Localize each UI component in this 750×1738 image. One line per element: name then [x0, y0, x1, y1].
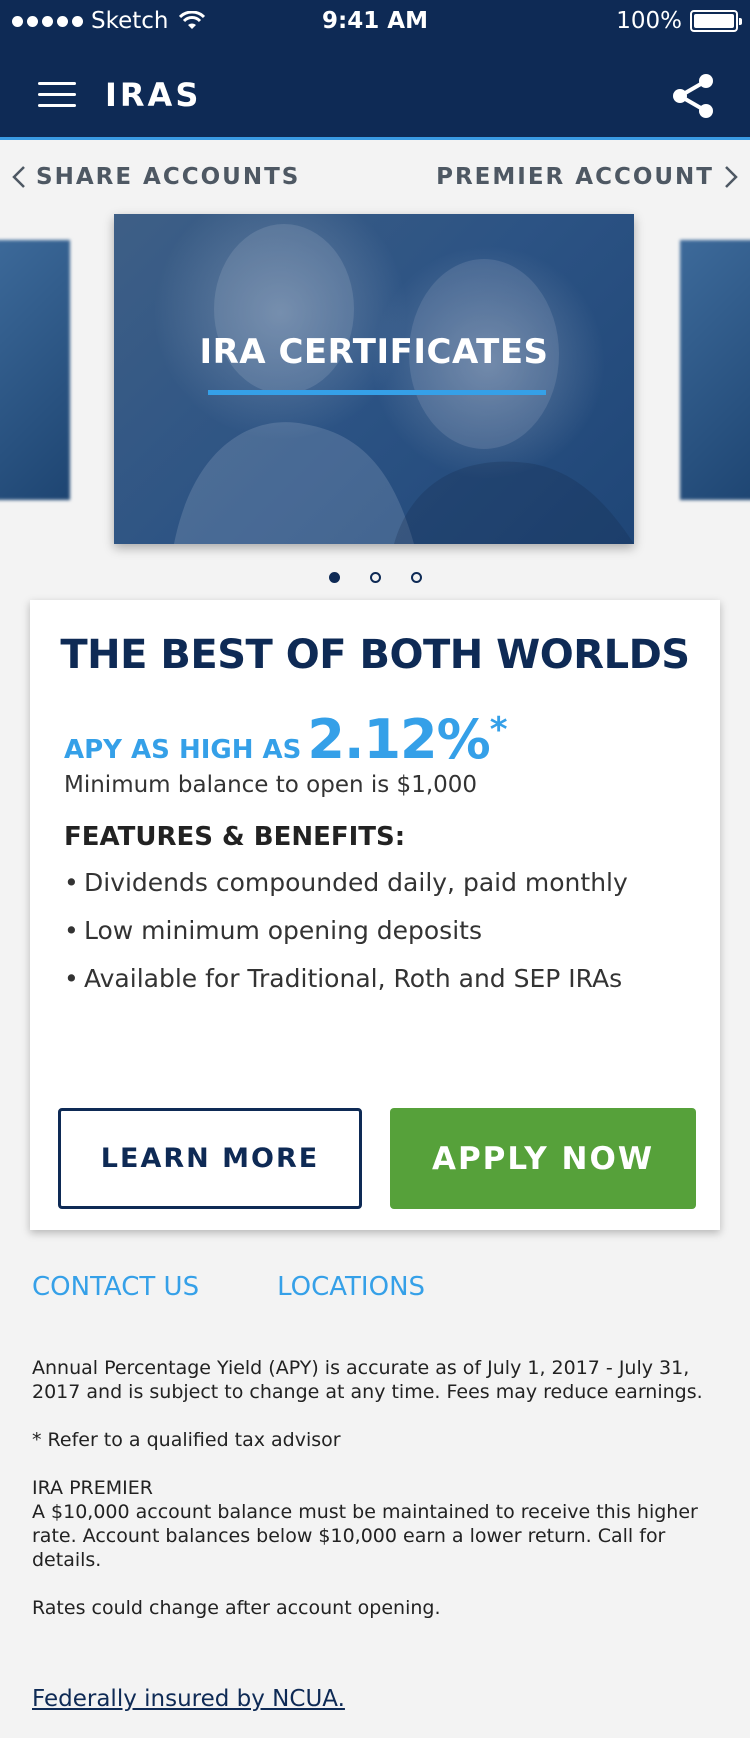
apy-value: 2.12% [307, 708, 490, 771]
card-heading: THE BEST OF BOTH WORLDS [60, 632, 690, 678]
feature-text: Dividends compounded daily, paid monthly [84, 868, 628, 897]
carousel-current-card[interactable]: IRA CERTIFICATES [114, 214, 634, 544]
carousel-pager [0, 572, 750, 583]
prev-category-link[interactable]: SHARE ACCOUNTS [12, 164, 300, 190]
feature-item: • Low minimum opening deposits [64, 916, 628, 964]
chevron-right-icon [725, 166, 738, 188]
feature-text: Low minimum opening deposits [84, 916, 482, 945]
carousel-next-card[interactable] [680, 240, 750, 500]
feature-item: • Dividends compounded daily, paid monthl… [64, 868, 628, 916]
hero-photo [174, 224, 634, 544]
apy-disclaimer: Annual Percentage Yield (APY) is accurat… [32, 1357, 703, 1403]
hamburger-menu-icon[interactable] [38, 82, 76, 108]
learn-more-button[interactable]: LEARN MORE [58, 1108, 362, 1209]
product-card: THE BEST OF BOTH WORLDS APY AS HIGH AS 2… [30, 600, 720, 1230]
rates-disclaimer: Rates could change after account opening… [32, 1597, 441, 1619]
battery-icon [690, 10, 742, 32]
next-category-label: PREMIER ACCOUNT [436, 164, 714, 190]
disclaimer: Annual Percentage Yield (APY) is accurat… [32, 1356, 722, 1644]
app-header: Sketch 9:41 AM 100% IRAS [0, 0, 750, 140]
status-right: 100% [616, 8, 742, 34]
premier-disclaimer: A $10,000 account balance must be mainta… [32, 1501, 698, 1571]
carousel-card-title: IRA CERTIFICATES [199, 332, 549, 372]
apy-row: APY AS HIGH AS 2.12% * [64, 708, 508, 771]
pager-dot-1[interactable] [328, 572, 340, 583]
quick-links: CONTACT US LOCATIONS [32, 1272, 425, 1302]
features-heading: FEATURES & BENEFITS: [64, 822, 406, 852]
carousel-nav: SHARE ACCOUNTS PREMIER ACCOUNT [0, 160, 750, 200]
premier-title: IRA PREMIER [32, 1477, 153, 1499]
chevron-left-icon [12, 166, 25, 188]
min-balance: Minimum balance to open is $1,000 [64, 772, 478, 798]
pager-dot-3[interactable] [410, 572, 422, 583]
feature-text: Available for Traditional, Roth and SEP … [84, 964, 623, 993]
locations-link[interactable]: LOCATIONS [277, 1272, 425, 1302]
feature-item: • Available for Traditional, Roth and SEP… [64, 964, 628, 1012]
apy-label: APY AS HIGH AS [64, 735, 302, 765]
prev-category-label: SHARE ACCOUNTS [36, 164, 301, 190]
tax-disclaimer: * Refer to a qualified tax advisor [32, 1429, 341, 1451]
contact-us-link[interactable]: CONTACT US [32, 1272, 199, 1302]
title-underline [208, 390, 546, 395]
share-icon[interactable] [670, 72, 716, 120]
next-category-link[interactable]: PREMIER ACCOUNT [436, 164, 738, 190]
status-bar: Sketch 9:41 AM 100% [0, 0, 750, 40]
apply-now-button[interactable]: APPLY NOW [390, 1108, 696, 1209]
nav-bar: IRAS [0, 60, 750, 130]
apy-footnote-marker: * [489, 710, 508, 750]
features-list: • Dividends compounded daily, paid monthl… [64, 868, 628, 1012]
carousel-prev-card[interactable] [0, 240, 70, 500]
battery-percent: 100% [616, 8, 682, 34]
page-title: IRAS [105, 76, 202, 114]
ncua-link[interactable]: Federally insured by NCUA. [32, 1686, 345, 1712]
pager-dot-2[interactable] [369, 572, 381, 583]
